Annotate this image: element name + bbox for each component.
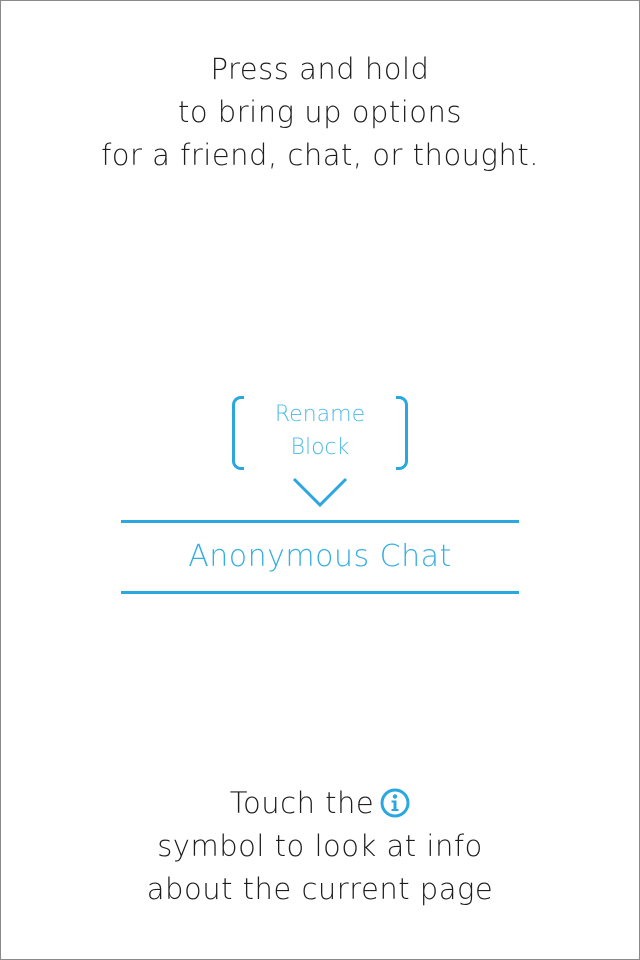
- instruction-line: symbol to look at info: [157, 829, 483, 863]
- chat-list-item[interactable]: Anonymous Chat: [121, 520, 519, 595]
- menu-right-bracket: [396, 396, 408, 470]
- instruction-line: about the current page: [146, 872, 494, 906]
- instruction-line: for a friend, chat, or thought.: [101, 138, 539, 172]
- divider: [121, 591, 519, 594]
- menu-left-bracket: [232, 396, 244, 470]
- block-option[interactable]: Block: [244, 435, 396, 460]
- instruction-text: Touch the: [229, 786, 375, 820]
- info-icon: [380, 788, 410, 818]
- instruction-line: Press and hold: [210, 52, 430, 86]
- instruction-line: Touch the: [0, 782, 640, 825]
- press-hold-instructions: Press and hold to bring up options for a…: [0, 48, 640, 177]
- instruction-line: to bring up options: [177, 95, 463, 129]
- chevron-down-icon: [292, 477, 348, 508]
- rename-option[interactable]: Rename: [244, 402, 396, 427]
- context-menu: Rename Block: [232, 396, 408, 472]
- info-instructions: Touch the symbol to look at info about t…: [0, 782, 640, 911]
- chat-name: Anonymous Chat: [188, 539, 452, 574]
- divider: [121, 520, 519, 523]
